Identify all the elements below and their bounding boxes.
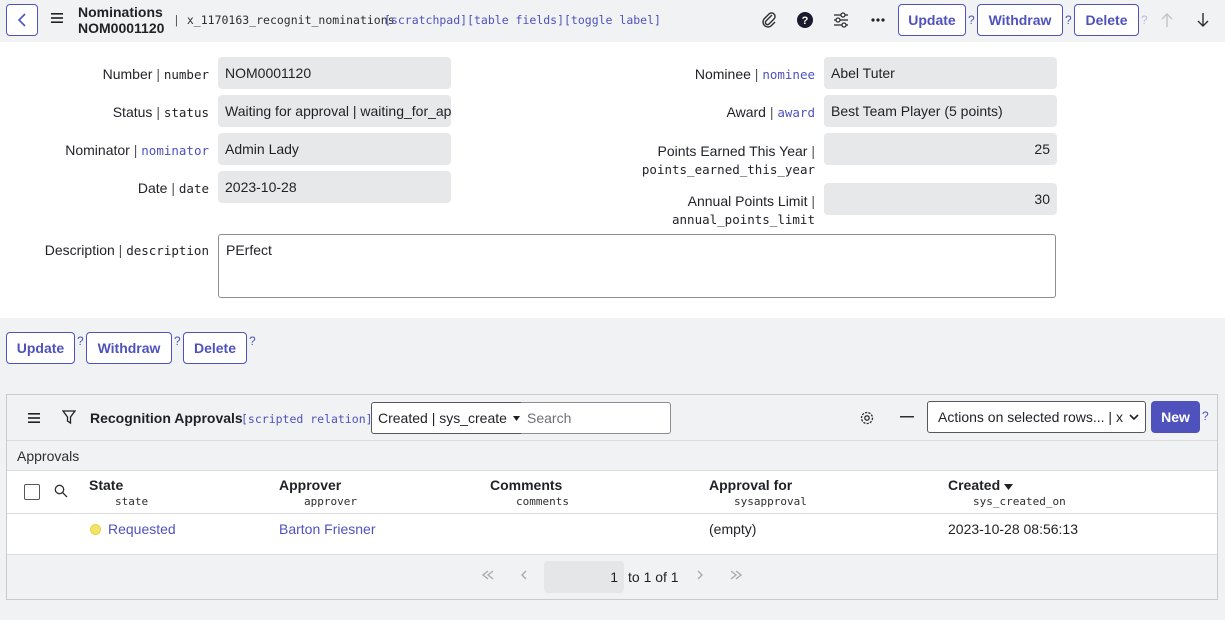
state-indicator-dot (90, 524, 101, 535)
update-help[interactable]: ? (968, 13, 975, 27)
related-list-toolbar: Recognition Approvals [scripted relation… (7, 395, 1217, 441)
list-menu-icon[interactable] (27, 412, 41, 424)
column-field-state: state (115, 495, 149, 508)
column-field-created: sys_created_on (973, 495, 1066, 508)
paperclip-icon[interactable] (760, 11, 778, 29)
column-header-approver[interactable]: Approver (279, 477, 341, 493)
section-label: Approvals (17, 448, 80, 464)
chevron-down-icon (1129, 414, 1139, 421)
bottom-update-button[interactable]: Update (6, 332, 75, 364)
back-button[interactable] (6, 4, 38, 36)
annual-limit-label: Annual Points Limit | annual_points_limit (672, 193, 815, 227)
description-textarea[interactable]: PErfect (218, 234, 1056, 298)
collapse-icon[interactable] (900, 416, 914, 418)
nominee-label: Nominee | nominee (694, 66, 815, 82)
column-header-created[interactable]: Created (948, 477, 1000, 493)
scripted-relation-link[interactable]: [scripted relation] (241, 412, 373, 426)
status-field[interactable]: Waiting for approval | waiting_for_appro… (218, 95, 451, 127)
row-approver-link[interactable]: Barton Friesner (279, 521, 375, 537)
header-divider (7, 513, 1217, 514)
bottom-withdraw-button[interactable]: Withdraw (86, 332, 172, 364)
nominee-field[interactable]: Abel Tuter (824, 57, 1057, 89)
row-approval-for: (empty) (709, 521, 757, 537)
form-title: Nominations (78, 4, 163, 20)
column-header-comments[interactable]: Comments (490, 477, 562, 493)
bottom-delete-help[interactable]: ? (249, 334, 256, 348)
filter-icon[interactable] (62, 410, 76, 425)
page-number-input[interactable]: 1 (544, 561, 624, 593)
sliders-icon[interactable] (832, 11, 850, 29)
arrow-down-icon[interactable] (1194, 11, 1212, 29)
points-earned-label: Points Earned This Year | points_earned_t… (641, 143, 815, 177)
row-state-link[interactable]: Requested (108, 521, 176, 537)
bottom-delete-button[interactable]: Delete (183, 332, 247, 364)
hamburger-menu-icon[interactable] (50, 12, 64, 24)
page-count-text: to 1 of 1 (628, 569, 679, 585)
status-label: Status | status (112, 104, 209, 120)
column-header-approval-for[interactable]: Approval for (709, 477, 792, 493)
form-body: Number | number NOM0001120 Status | stat… (0, 42, 1225, 318)
column-field-approval-for: sysapproval (734, 495, 807, 508)
caret-down-icon (512, 415, 520, 421)
row-created: 2023-10-28 08:56:13 (948, 521, 1078, 537)
bottom-withdraw-help[interactable]: ? (174, 334, 181, 348)
number-field[interactable]: NOM0001120 (218, 57, 451, 89)
form-header: Nominations NOM0001120 | x_1170163_recog… (0, 0, 1225, 42)
date-label: Date | date (137, 180, 209, 196)
dev-links[interactable]: [scratchpad][table fields][toggle label] (384, 13, 661, 27)
withdraw-help[interactable]: ? (1065, 13, 1072, 27)
sort-desc-icon[interactable] (1004, 484, 1013, 490)
delete-help[interactable]: ? (1141, 13, 1148, 27)
bottom-update-help[interactable]: ? (77, 334, 84, 348)
annual-limit-field[interactable]: 30 (824, 183, 1057, 215)
nominator-field[interactable]: Admin Lady (218, 133, 451, 165)
nominator-label: Nominator | nominator (65, 142, 209, 158)
column-header-state[interactable]: State (89, 477, 123, 493)
withdraw-button[interactable]: Withdraw (977, 4, 1063, 36)
update-button[interactable]: Update (898, 4, 966, 36)
column-field-comments: comments (516, 495, 569, 508)
delete-button[interactable]: Delete (1074, 4, 1139, 36)
number-label: Number | number (102, 66, 209, 82)
related-list-title: Recognition Approvals (90, 410, 243, 426)
chevron-left-icon (17, 13, 26, 27)
select-all-checkbox[interactable] (24, 484, 40, 500)
prev-page-icon[interactable] (520, 569, 528, 583)
record-number: NOM0001120 (78, 20, 165, 36)
award-field[interactable]: Best Team Player (5 points) (824, 95, 1057, 127)
svg-text:?: ? (802, 15, 809, 27)
table-name-label: | x_1170163_recognit_nominations (173, 13, 395, 27)
description-label: Description | description (44, 242, 209, 258)
actions-select[interactable]: Actions on selected rows... | x (927, 401, 1146, 433)
points-earned-field[interactable]: 25 (824, 133, 1057, 165)
last-page-icon[interactable] (729, 569, 743, 583)
column-field-approver: approver (304, 495, 357, 508)
gear-icon[interactable] (859, 410, 875, 426)
new-button[interactable]: New (1151, 401, 1200, 433)
sort-field-select[interactable]: Created | sys_create (371, 402, 522, 434)
date-field[interactable]: 2023-10-28 (218, 171, 451, 203)
section-header: Approvals (7, 441, 1217, 471)
help-circle-icon[interactable]: ? (796, 11, 814, 29)
sort-field-value: Created | sys_create (378, 410, 507, 426)
pagination-bar: 1 to 1 of 1 (7, 554, 1217, 599)
award-label: Award | award (726, 104, 816, 120)
new-help[interactable]: ? (1202, 409, 1209, 423)
next-page-icon[interactable] (696, 569, 704, 583)
first-page-icon[interactable] (481, 569, 495, 583)
related-list: Recognition Approvals [scripted relation… (6, 394, 1218, 600)
arrow-up-icon[interactable] (1158, 11, 1176, 29)
search-input[interactable]: Search (521, 402, 671, 434)
search-icon[interactable] (54, 484, 68, 498)
more-options-icon[interactable] (869, 11, 887, 29)
actions-select-value: Actions on selected rows... | x (938, 409, 1123, 425)
